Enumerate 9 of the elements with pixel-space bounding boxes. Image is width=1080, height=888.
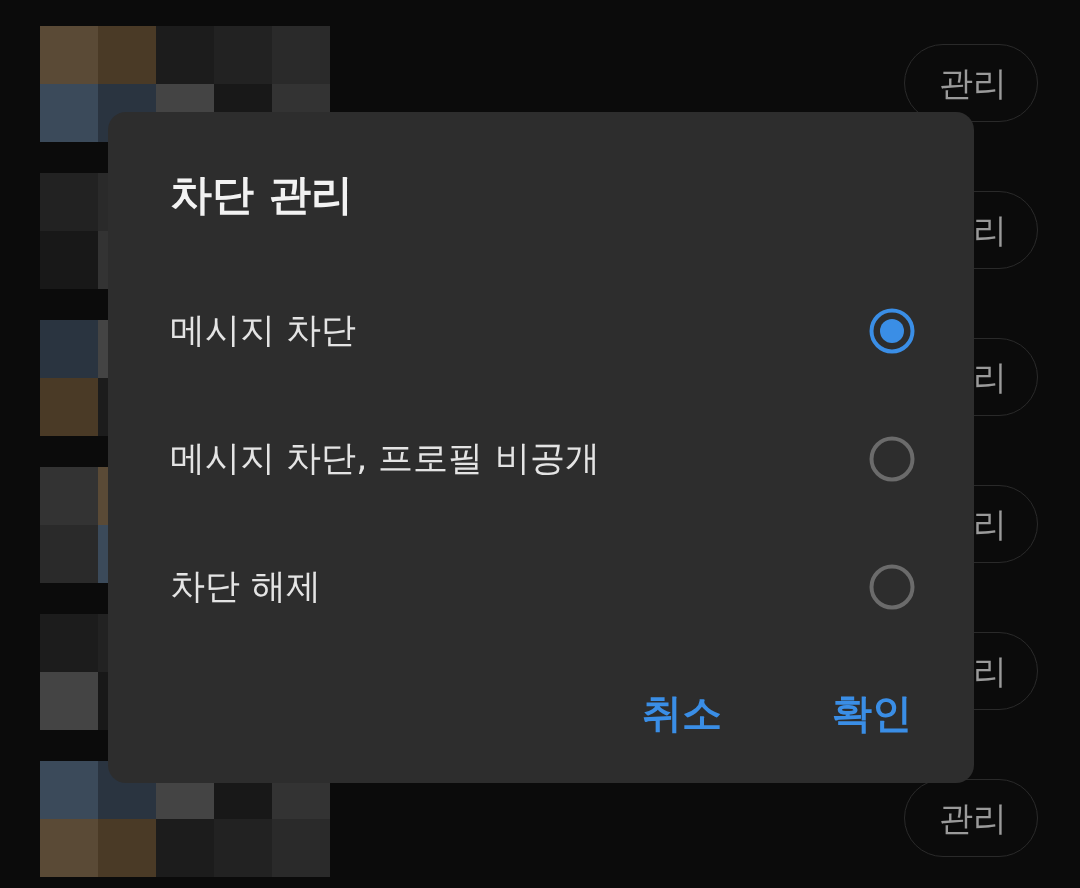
- radio-button[interactable]: [868, 562, 916, 611]
- option-label[interactable]: 메시지 차단, 프로필 비공개: [170, 432, 600, 485]
- option-label[interactable]: 메시지 차단: [170, 304, 357, 357]
- confirm-button[interactable]: 확인: [832, 683, 912, 743]
- radio-button[interactable]: [868, 306, 916, 355]
- option-label[interactable]: 차단 해제: [170, 560, 322, 613]
- radio-button[interactable]: [868, 434, 916, 483]
- cancel-button[interactable]: 취소: [642, 683, 722, 743]
- dialog-title: 차단 관리: [170, 169, 354, 221]
